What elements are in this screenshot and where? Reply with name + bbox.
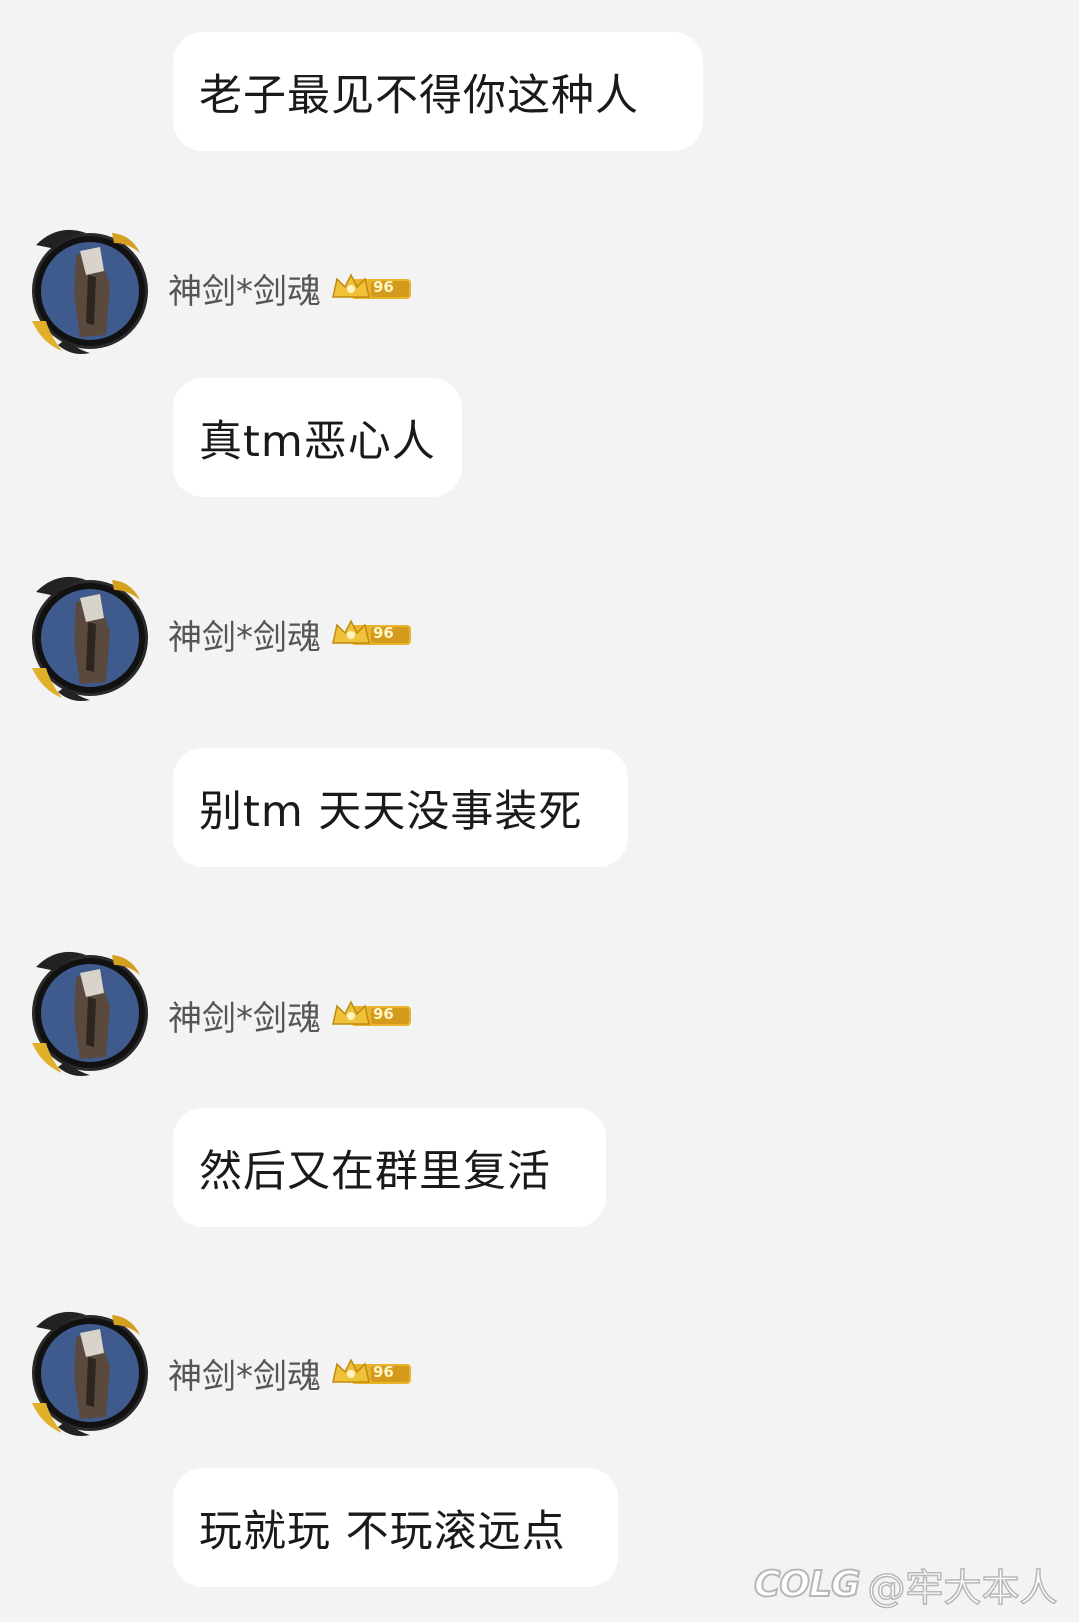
crown-level-badge-icon — [332, 1000, 411, 1026]
message-header: 神剑*剑魂 96 — [168, 614, 413, 658]
sender-name[interactable]: 神剑*剑魂 — [168, 1349, 321, 1398]
message-text: 别tm 天天没事装死 — [199, 786, 583, 837]
sender-name[interactable]: 神剑*剑魂 — [168, 991, 321, 1040]
warrior-avatar-icon — [32, 1311, 148, 1436]
crown-level-badge-icon — [332, 619, 411, 645]
colg-logo: COLG — [753, 1563, 862, 1606]
warrior-avatar-icon — [32, 951, 148, 1076]
sender-name[interactable]: 神剑*剑魂 — [168, 264, 321, 313]
badge-level-text: 96 — [373, 624, 394, 642]
message-bubble[interactable]: 别tm 天天没事装死 — [173, 748, 628, 867]
warrior-avatar-icon — [32, 229, 148, 354]
message-header: 神剑*剑魂 96 — [168, 995, 413, 1039]
level-badge: 96 — [331, 1356, 413, 1390]
message-text: 老子最见不得你这种人 — [199, 70, 639, 121]
cutoff-header-fragment — [62, 0, 112, 4]
avatar[interactable] — [28, 572, 152, 704]
message-text: 真tm恶心人 — [199, 416, 436, 467]
level-badge: 96 — [331, 617, 413, 651]
message-bubble[interactable]: 玩就玩 不玩滚远点 — [173, 1468, 618, 1587]
badge-level-text: 96 — [373, 278, 394, 296]
avatar[interactable] — [28, 1307, 152, 1439]
badge-level-text: 96 — [373, 1363, 394, 1381]
badge-level-text: 96 — [373, 1005, 394, 1023]
watermark: COLG @牢大本人 — [753, 1558, 1059, 1611]
message-bubble[interactable]: 然后又在群里复活 — [173, 1108, 606, 1227]
message-bubble[interactable]: 真tm恶心人 — [173, 378, 462, 497]
message-header: 神剑*剑魂 96 — [168, 268, 413, 312]
avatar[interactable] — [28, 225, 152, 357]
message-text: 玩就玩 不玩滚远点 — [199, 1506, 566, 1557]
watermark-handle: @牢大本人 — [867, 1565, 1059, 1611]
message-text: 然后又在群里复活 — [199, 1146, 551, 1197]
level-badge: 96 — [331, 271, 413, 305]
avatar[interactable] — [28, 947, 152, 1079]
message-header: 神剑*剑魂 96 — [168, 1353, 413, 1397]
crown-level-badge-icon — [332, 1358, 411, 1384]
chat-message-list[interactable]: 老子最见不得你这种人 神剑*剑魂 96 真tm恶心人 神剑*剑魂 96 别tm … — [0, 0, 1079, 1622]
warrior-avatar-icon — [32, 576, 148, 701]
sender-name[interactable]: 神剑*剑魂 — [168, 610, 321, 659]
crown-level-badge-icon — [332, 273, 411, 299]
level-badge: 96 — [331, 998, 413, 1032]
message-bubble[interactable]: 老子最见不得你这种人 — [173, 32, 703, 151]
